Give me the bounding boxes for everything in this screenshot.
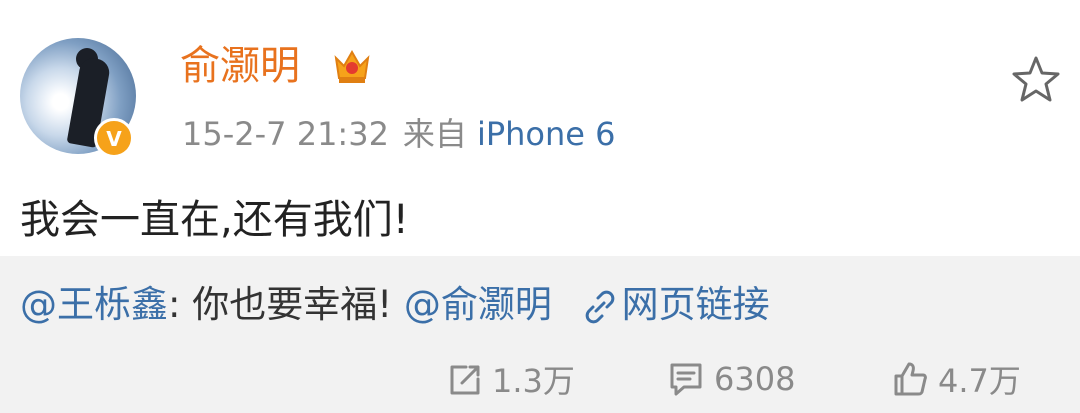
repost-body: 你也要幸福! [180, 283, 393, 326]
post-content: 我会一直在,还有我们! [20, 197, 409, 243]
post-meta: 15-2-7 21:32 来自 iPhone 6 [182, 114, 615, 154]
author-name[interactable]: 俞灏明 [180, 40, 300, 92]
repost-separator: : [168, 283, 181, 326]
like-icon [894, 362, 927, 396]
post-timestamp: 15-2-7 21:32 [182, 115, 389, 153]
device-link[interactable]: iPhone 6 [477, 115, 616, 153]
share-icon [450, 365, 480, 395]
link-icon [585, 290, 614, 323]
star-icon[interactable] [1010, 54, 1062, 106]
verified-badge-icon [94, 118, 134, 158]
share-button[interactable]: 1.3万 [444, 356, 575, 402]
like-count: 4.7万 [938, 362, 1021, 400]
via-label: 来自 [402, 115, 467, 153]
comment-icon [670, 363, 702, 396]
crown-icon [334, 49, 370, 83]
comment-count: 6308 [714, 360, 796, 398]
comment-button[interactable]: 6308 [666, 356, 795, 402]
repost-mention-2[interactable]: @俞灏明 [404, 283, 552, 326]
repost-text: @王栎鑫: 你也要幸福! @俞灏明 网页链接 [20, 280, 770, 330]
web-link[interactable]: 网页链接 [582, 283, 770, 326]
web-link-label: 网页链接 [621, 283, 770, 326]
like-button[interactable]: 4.7万 [890, 356, 1021, 402]
repost-mention-author[interactable]: @王栎鑫 [20, 283, 168, 326]
action-bar: 1.3万 6308 4.7万 [0, 356, 1080, 402]
share-count: 1.3万 [492, 362, 575, 400]
